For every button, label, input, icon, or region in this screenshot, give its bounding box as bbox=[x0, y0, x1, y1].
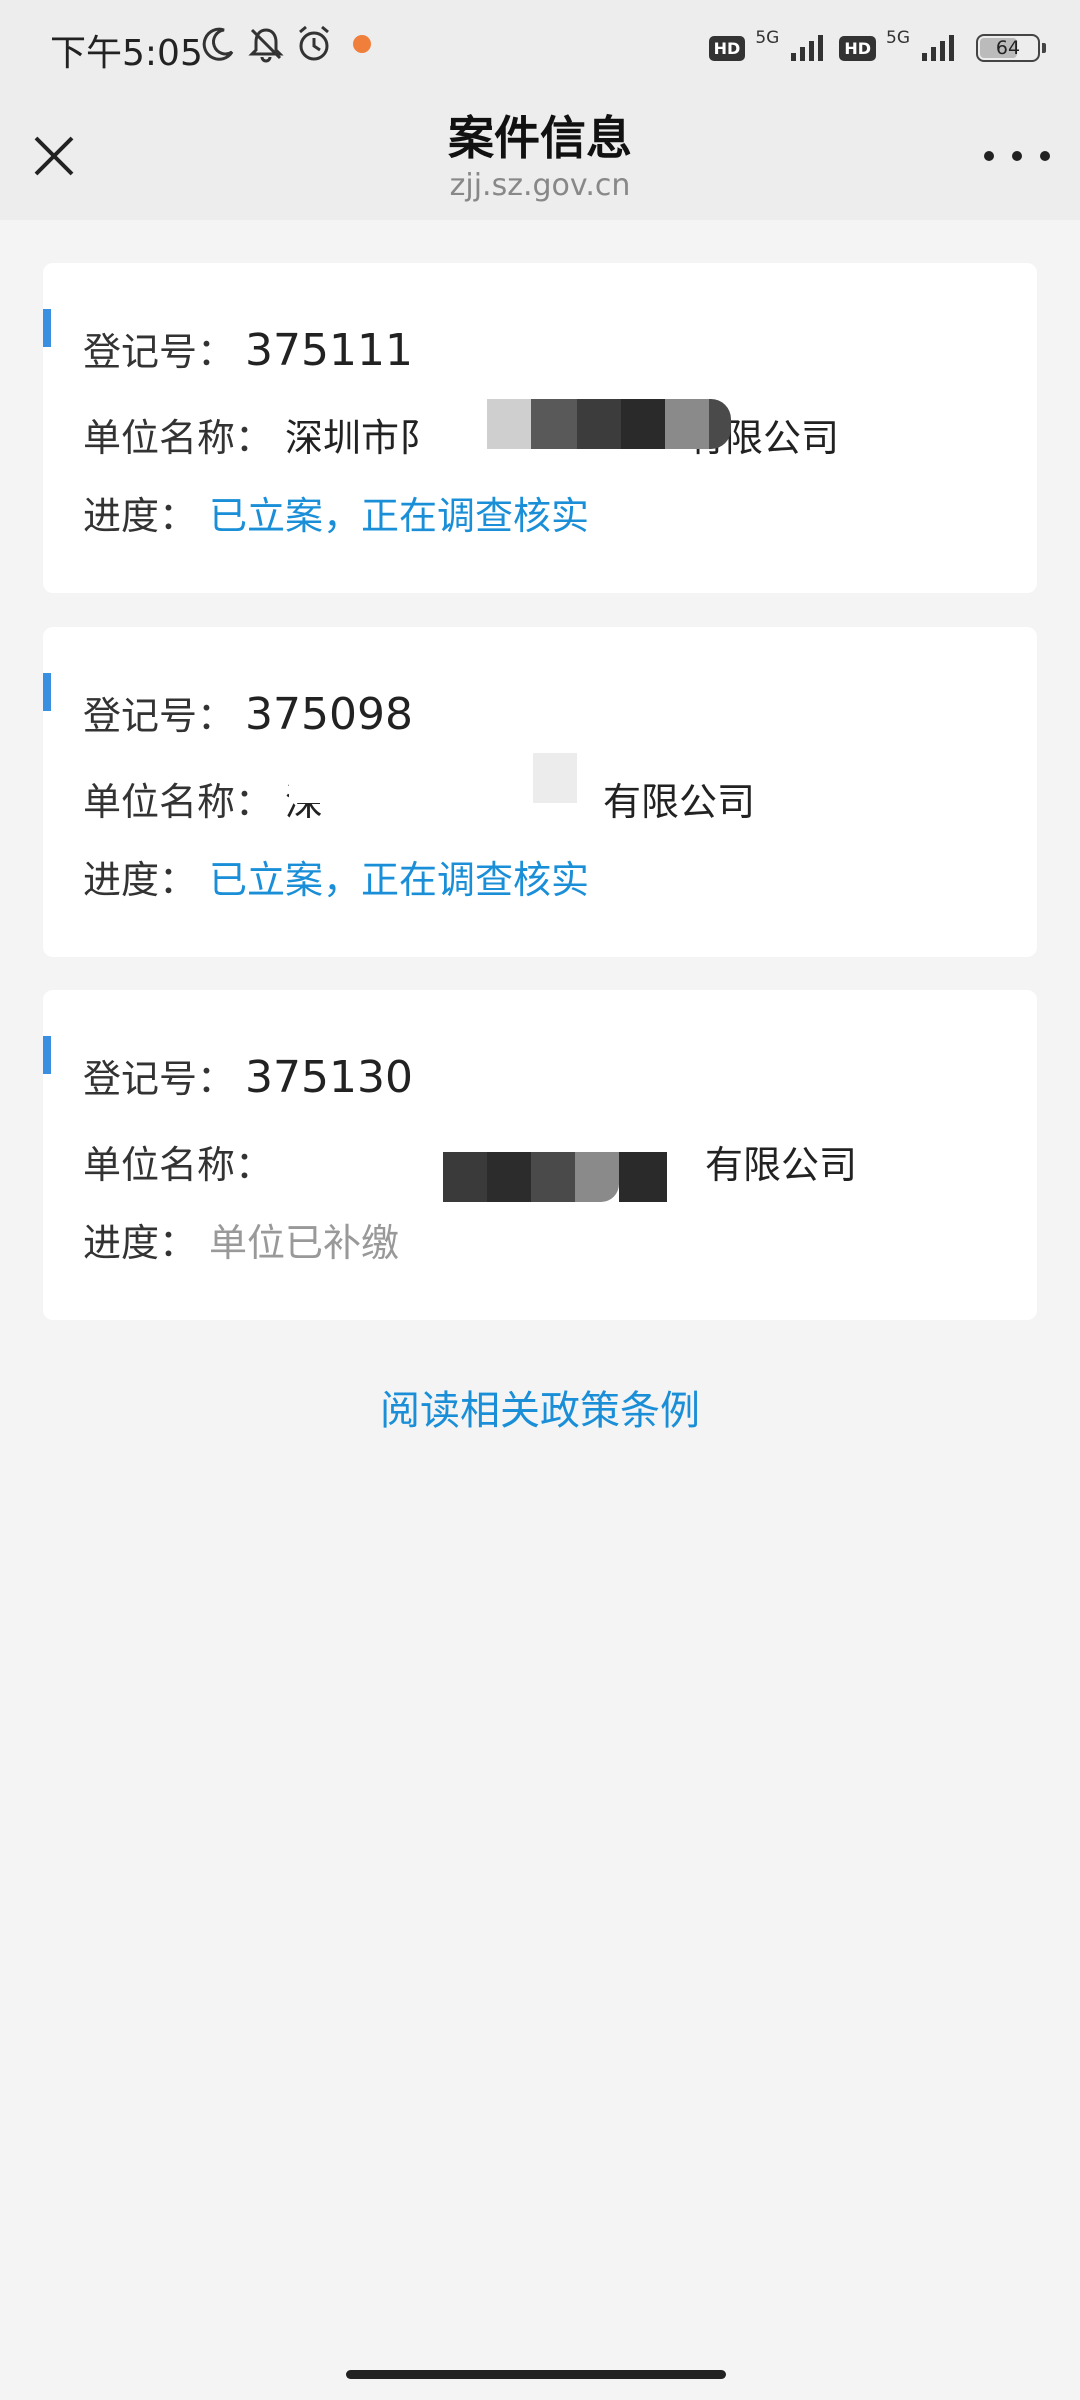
signal-icon bbox=[791, 35, 824, 61]
card-accent-bar bbox=[43, 309, 51, 347]
progress-label: 进度： bbox=[83, 494, 198, 538]
registration-label: 登记号： bbox=[83, 330, 236, 374]
page-header: 案件信息 zjj.sz.gov.cn bbox=[0, 92, 1080, 220]
hd-badge: HD bbox=[708, 35, 746, 61]
hd-badge: HD bbox=[839, 35, 876, 61]
more-icon[interactable] bbox=[984, 136, 1050, 176]
unit-label: 单位名称： bbox=[83, 1143, 274, 1187]
progress-status: 已立案，正在调查核实 bbox=[209, 858, 590, 902]
app-notification-icon bbox=[353, 35, 371, 53]
case-card[interactable]: 登记号： 375130 单位名称： 有限公司 进度： 单位已补缴 bbox=[43, 990, 1037, 1320]
registration-number: 375111 bbox=[245, 325, 413, 376]
registration-row: 登记号： 375111 bbox=[83, 321, 413, 376]
case-card[interactable]: 登记号： 375111 单位名称： 深圳市阝 有限公司 进度： 已立案，正在调查核实 bbox=[43, 263, 1037, 593]
status-right-icons: HD 5G HD 5G 64 bbox=[708, 28, 1046, 68]
unit-label: 单位名称： bbox=[83, 780, 274, 824]
page-domain: zjj.sz.gov.cn bbox=[449, 168, 631, 203]
progress-status: 单位已补缴 bbox=[209, 1221, 400, 1265]
progress-status: 已立案，正在调查核实 bbox=[209, 494, 590, 538]
signal-icon bbox=[922, 35, 954, 61]
progress-label: 进度： bbox=[83, 858, 198, 902]
card-accent-bar bbox=[43, 673, 51, 711]
page-title: 案件信息 bbox=[448, 111, 632, 165]
home-indicator[interactable] bbox=[346, 2370, 726, 2379]
policy-link[interactable]: 阅读相关政策条例 bbox=[0, 1378, 1080, 1436]
status-time: 下午5:05 bbox=[50, 33, 203, 74]
unit-name-prefix: 深圳市阝 bbox=[285, 416, 438, 460]
progress-row: 进度： 已立案，正在调查核实 bbox=[83, 485, 589, 540]
battery-level: 64 bbox=[995, 37, 1021, 59]
network-type: 5G bbox=[886, 28, 910, 48]
network-type: 5G bbox=[755, 28, 780, 48]
registration-number: 375130 bbox=[245, 1052, 413, 1103]
unit-name-suffix: 有限公司 bbox=[705, 1143, 858, 1187]
case-card[interactable]: 登记号：375098 单位名称：深有限公司 进度：已立案，正在调查核实 bbox=[43, 627, 1037, 957]
unit-name-suffix: 有限公司 bbox=[603, 780, 756, 824]
battery-icon: 64 bbox=[976, 34, 1046, 62]
unit-label: 单位名称： bbox=[83, 416, 274, 460]
redaction-block bbox=[487, 399, 731, 449]
progress-row: 进度： 单位已补缴 bbox=[83, 1212, 399, 1267]
registration-number: 375098 bbox=[245, 689, 413, 740]
bell-off-icon bbox=[248, 28, 284, 63]
redaction-block bbox=[443, 1152, 667, 1202]
registration-label: 登记号： bbox=[83, 694, 236, 738]
progress-row: 进度： 已立案，正在调查核实 bbox=[83, 849, 589, 904]
card-accent-bar bbox=[43, 1036, 51, 1074]
registration-label: 登记号： bbox=[83, 1057, 236, 1101]
moon-icon bbox=[202, 27, 234, 61]
alarm-icon bbox=[299, 25, 329, 61]
registration-row: 登记号： 375130 bbox=[83, 1048, 413, 1103]
registration-row: 登记号： 375098 bbox=[83, 685, 413, 740]
progress-label: 进度： bbox=[83, 1221, 198, 1265]
redaction-block bbox=[289, 753, 577, 803]
status-bar: 下午5:05 HD 5G HD 5G 64 bbox=[0, 0, 1080, 92]
